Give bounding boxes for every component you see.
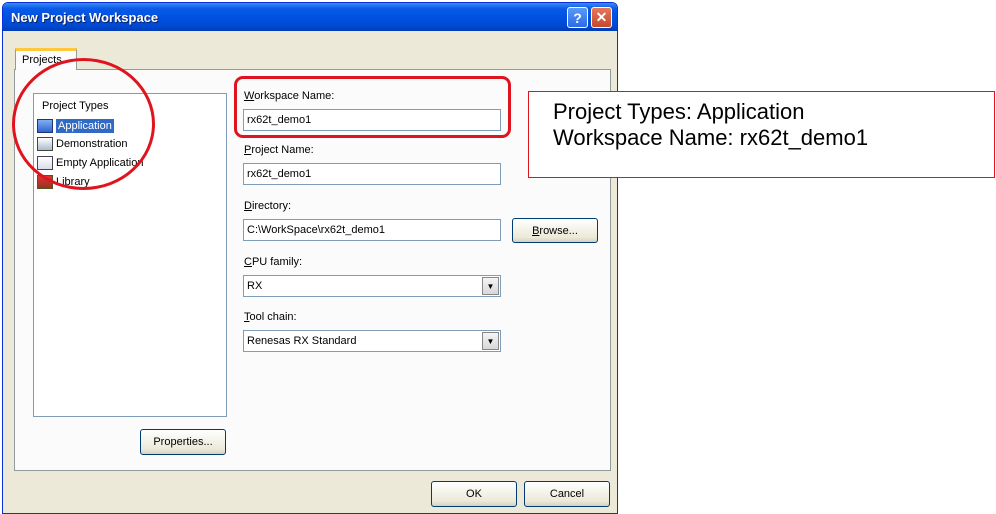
tab-projects[interactable]: Projects <box>15 48 77 70</box>
annotation-callout: Project Types: Application Workspace Nam… <box>528 91 995 178</box>
cpu-family-select[interactable]: RX ▼ <box>243 275 501 297</box>
window-title: New Project Workspace <box>11 9 159 25</box>
callout-line-project-types: Project Types: Application <box>553 99 805 124</box>
demonstration-icon <box>37 136 53 151</box>
directory-input[interactable]: C:\WorkSpace\rx62t_demo1 <box>243 219 501 241</box>
application-icon <box>37 118 53 133</box>
tool-chain-value: Renesas RX Standard <box>247 335 357 347</box>
project-name-input[interactable]: rx62t_demo1 <box>243 163 501 185</box>
tool-chain-select[interactable]: Renesas RX Standard ▼ <box>243 330 501 352</box>
close-button[interactable]: ✕ <box>591 7 612 28</box>
chevron-down-icon[interactable]: ▼ <box>482 332 499 350</box>
browse-button[interactable]: Browse... <box>512 218 598 243</box>
close-icon: ✕ <box>595 9 608 25</box>
tool-chain-label: Tool chain: <box>244 311 297 323</box>
help-button[interactable]: ? <box>567 7 588 28</box>
new-project-workspace-dialog: New Project Workspace ? ✕ Projects Proje… <box>2 2 618 514</box>
list-item-demonstration[interactable]: Demonstration <box>37 135 225 152</box>
project-types-header: Project Types <box>42 100 109 112</box>
list-item-application[interactable]: Application <box>37 117 225 134</box>
project-name-label: Project Name: <box>244 144 314 156</box>
cpu-family-value: RX <box>247 280 263 292</box>
callout-line-workspace-name: Workspace Name: rx62t_demo1 <box>553 125 869 150</box>
chevron-down-icon[interactable]: ▼ <box>482 277 499 295</box>
list-item-label: Library <box>56 175 90 188</box>
project-types-list[interactable]: Project Types Application Demonstration … <box>33 93 227 417</box>
list-item-empty-application[interactable]: Empty Application <box>37 154 225 171</box>
list-item-label: Application <box>56 118 114 133</box>
list-item-label: Demonstration <box>56 137 128 150</box>
workspace-name-input[interactable]: rx62t_demo1 <box>243 109 501 131</box>
title-bar: New Project Workspace ? ✕ <box>3 3 617 31</box>
help-icon: ? <box>573 9 582 26</box>
properties-button[interactable]: Properties... <box>140 429 226 455</box>
ok-button[interactable]: OK <box>431 481 517 507</box>
workspace-name-label: Workspace Name: <box>244 90 335 102</box>
list-item-label: Empty Application <box>56 156 144 169</box>
directory-label: Directory: <box>244 200 292 212</box>
list-item-library[interactable]: Library <box>37 173 225 190</box>
cpu-family-label: CPU family: <box>244 256 303 268</box>
library-icon <box>37 174 53 189</box>
cancel-button[interactable]: Cancel <box>524 481 610 507</box>
empty-application-icon <box>37 155 53 170</box>
